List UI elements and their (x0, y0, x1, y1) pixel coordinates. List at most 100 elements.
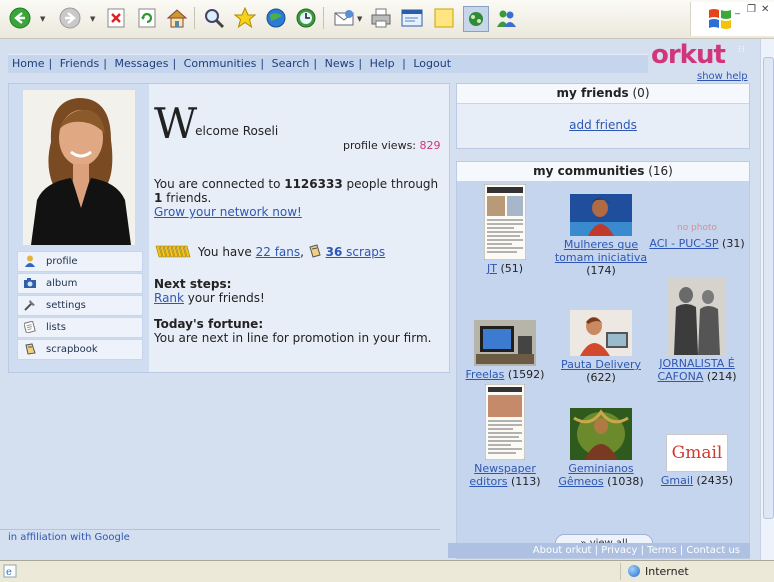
nav-messages[interactable]: Messages (110, 57, 172, 70)
footer-about-link[interactable]: About orkut (533, 545, 592, 556)
community-link[interactable]: Freelas (466, 368, 505, 381)
nav-help[interactable]: Help (366, 57, 399, 70)
community-item[interactable]: Freelas (1592) (457, 320, 553, 381)
list-icon (23, 320, 36, 334)
sidebar-item-album[interactable]: album (17, 273, 143, 294)
footer-terms-link[interactable]: Terms (647, 545, 676, 556)
community-item[interactable]: Geminianos Gêmeos (1038) (553, 408, 649, 488)
community-thumbnail[interactable] (484, 383, 526, 461)
scrapbook-icon (24, 343, 36, 355)
discuss-button[interactable] (432, 6, 456, 30)
my-communities-header: my communities (16) (457, 162, 749, 182)
community-link[interactable]: Gmail (661, 474, 693, 487)
show-help-link[interactable]: show help (697, 71, 748, 82)
scrollbar-thumb[interactable] (763, 57, 774, 519)
refresh-button[interactable] (135, 6, 159, 30)
network-summary: You are connected to 1126333 people thro… (154, 177, 439, 219)
forward-dropdown-icon[interactable]: ▼ (90, 15, 95, 23)
footer-privacy-link[interactable]: Privacy (601, 545, 637, 556)
forward-button[interactable] (58, 6, 82, 30)
gmail-logo[interactable]: Gmail (666, 434, 728, 472)
grow-network-link[interactable]: Grow your network now! (154, 205, 302, 219)
community-no-photo[interactable]: no photo (666, 221, 728, 235)
sidebar-item-settings[interactable]: settings (17, 295, 143, 316)
orkut-logo[interactable]: orkut (651, 40, 726, 70)
research-button[interactable] (463, 6, 489, 32)
fans-icon (154, 245, 194, 261)
footer-links: About orkut | Privacy | Terms | Contact … (448, 543, 750, 558)
google-affiliation: in affiliation with Google (8, 532, 130, 543)
windows-logo: _ ❐ ✕ (690, 2, 774, 36)
community-item[interactable]: JT (51) (457, 183, 553, 275)
mail-dropdown-icon[interactable]: ▼ (357, 15, 362, 23)
community-thumbnail[interactable] (483, 183, 527, 261)
page-status-icon: e (3, 564, 17, 578)
back-dropdown-icon[interactable]: ▼ (40, 15, 45, 23)
search-button[interactable] (202, 6, 226, 30)
nav-news[interactable]: News (321, 57, 359, 70)
globe-icon (628, 565, 640, 577)
person-icon (24, 255, 36, 267)
camera-icon (24, 277, 36, 289)
profile-photo[interactable] (23, 90, 135, 245)
nav-home[interactable]: Home (8, 57, 48, 70)
history-button[interactable] (294, 6, 318, 30)
nav-logout[interactable]: Logout (409, 57, 455, 70)
home-button[interactable] (165, 6, 189, 30)
community-link[interactable]: Pauta Delivery (561, 358, 641, 371)
svg-text:e: e (6, 567, 12, 578)
community-item[interactable]: Pauta Delivery (622) (553, 310, 649, 384)
browser-toolbar: ▼ ▼ ▼ _ ❐ ✕ (0, 0, 774, 39)
community-item[interactable]: JORNALISTA É CAFONA (214) (649, 277, 745, 383)
community-thumbnail[interactable] (570, 194, 632, 236)
nav-communities[interactable]: Communities (180, 57, 261, 70)
media-button[interactable] (264, 6, 288, 30)
community-link[interactable]: JT (487, 262, 497, 275)
community-thumbnail[interactable] (570, 310, 632, 356)
mail-button[interactable] (332, 6, 356, 30)
welcome-heading: Welcome Roseli (154, 99, 279, 148)
stop-button[interactable] (104, 6, 128, 30)
community-item[interactable]: Newspaper editors (113) (457, 383, 553, 488)
nav-friends[interactable]: Friends (56, 57, 104, 70)
sidebar-item-profile[interactable]: profile (17, 251, 143, 272)
nav-search[interactable]: Search (268, 57, 314, 70)
status-bar: e Internet (0, 560, 774, 582)
profile-sidebar: profile album settings lists scrapbook (9, 84, 149, 372)
profile-box: profile album settings lists scrapbook W… (8, 83, 450, 373)
next-steps: Next steps: Rank your friends! (154, 277, 265, 305)
my-friends-header: my friends (0) (457, 84, 749, 104)
sidebar-item-lists[interactable]: lists (17, 317, 143, 338)
my-friends-box: my friends (0) add friends (456, 83, 750, 149)
rank-friends-link[interactable]: Rank (154, 291, 184, 305)
community-item[interactable]: no photo ACI - PUC-SP (31) (649, 221, 745, 250)
community-link[interactable]: ACI - PUC-SP (649, 237, 718, 250)
profile-views-count: 829 (419, 139, 441, 152)
community-item[interactable]: Gmail Gmail (2435) (649, 434, 745, 487)
favorites-button[interactable] (233, 6, 257, 30)
community-thumbnail[interactable] (668, 277, 726, 355)
back-button[interactable] (8, 6, 32, 30)
add-friends-link[interactable]: add friends (457, 118, 749, 132)
messenger-button[interactable] (494, 6, 518, 30)
footer-divider (0, 529, 440, 530)
sidebar-item-scrapbook[interactable]: scrapbook (17, 339, 143, 360)
close-icon[interactable]: ✕ (761, 4, 769, 15)
edit-button[interactable] (400, 6, 424, 30)
community-thumbnail[interactable] (570, 408, 632, 460)
security-zone: Internet (620, 563, 774, 580)
community-link[interactable]: Mulheres que tomam iniciativa (555, 238, 647, 264)
scraps-icon (308, 244, 322, 261)
todays-fortune: Today's fortune: You are next in line fo… (154, 317, 432, 345)
fans-link[interactable]: 22 fans (256, 245, 301, 259)
community-thumbnail[interactable] (474, 320, 536, 366)
scraps-link[interactable]: 36 scraps (326, 245, 386, 259)
restore-icon[interactable]: ❐ (747, 4, 756, 15)
print-button[interactable] (369, 6, 393, 30)
footer-contact-link[interactable]: Contact us (686, 545, 740, 556)
vertical-scrollbar[interactable] (760, 39, 774, 560)
minimize-icon[interactable]: _ (735, 4, 740, 15)
tools-icon (24, 299, 36, 311)
profile-views: profile views: 829 (343, 139, 441, 152)
community-item[interactable]: Mulheres que tomam iniciativa (174) (553, 194, 649, 277)
